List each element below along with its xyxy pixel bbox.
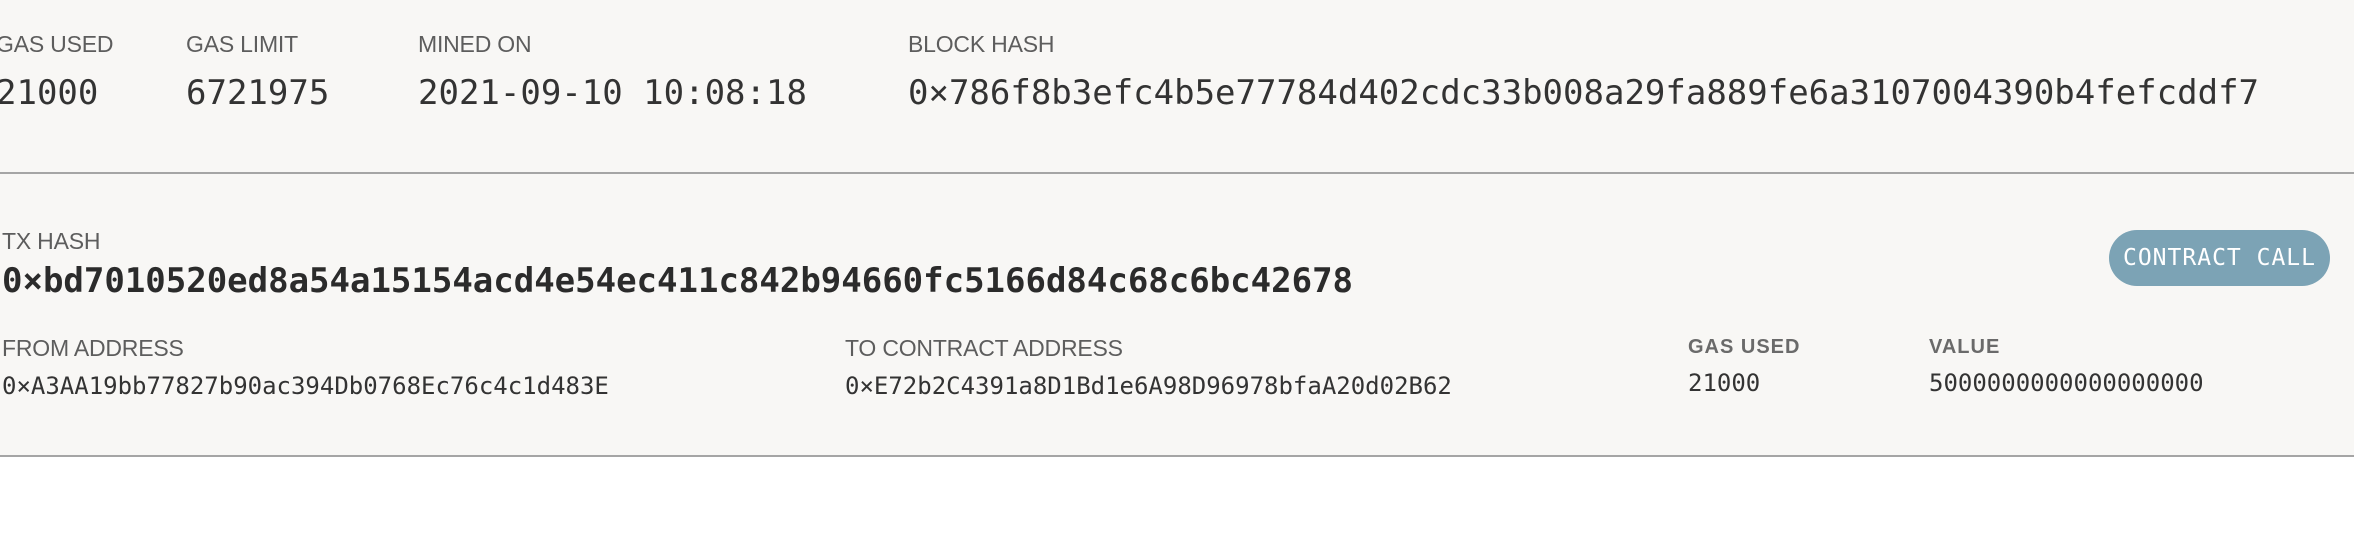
tx-hash-value[interactable]: 0×bd7010520ed8a54a15154acd4e54ec411c842b… [2, 261, 1353, 301]
block-gas-used-label: GAS USED [0, 31, 114, 57]
tx-value-field: VALUE 5000000000000000000 [1929, 336, 2204, 397]
block-gas-used-field: GAS USED 21000 [0, 31, 113, 113]
block-gas-used-value: 21000 [0, 73, 99, 113]
tx-gas-used-label: GAS USED [1688, 336, 1801, 358]
tx-hash-field: TX HASH 0×bd7010520ed8a54a15154acd4e54ec… [2, 228, 1353, 301]
block-gas-limit-value: 6721975 [186, 73, 330, 113]
from-address-label: FROM ADDRESS [2, 335, 184, 361]
block-mined-on-field: MINED ON 2021-09-10 10:08:18 [418, 31, 807, 113]
tx-value-value: 5000000000000000000 [1929, 369, 2204, 397]
block-hash-label: BLOCK HASH [908, 31, 1055, 57]
block-hash-value[interactable]: 0×786f8b3efc4b5e77784d402cdc33b008a29fa8… [908, 73, 2259, 113]
page: GAS USED 21000 GAS LIMIT 6721975 MINED O… [0, 0, 2354, 554]
block-info-section: GAS USED 21000 GAS LIMIT 6721975 MINED O… [0, 0, 2354, 174]
from-address-value[interactable]: 0×A3AA19bb77827b90ac394Db0768Ec76c4c1d48… [2, 372, 609, 400]
block-gas-limit-label: GAS LIMIT [186, 31, 298, 57]
tx-hash-label: TX HASH [2, 228, 101, 254]
block-mined-on-label: MINED ON [418, 31, 532, 57]
tx-gas-used-field: GAS USED 21000 [1688, 336, 1800, 397]
block-mined-on-value: 2021-09-10 10:08:18 [418, 73, 807, 113]
to-contract-address-label: TO CONTRACT ADDRESS [845, 335, 1123, 361]
to-contract-address-value[interactable]: 0×E72b2C4391a8D1Bd1e6A98D96978bfaA20d02B… [845, 372, 1452, 400]
block-gas-limit-field: GAS LIMIT 6721975 [186, 31, 329, 113]
block-hash-field: BLOCK HASH 0×786f8b3efc4b5e77784d402cdc3… [908, 31, 2259, 113]
tx-gas-used-value: 21000 [1688, 369, 1761, 397]
from-address-field: FROM ADDRESS 0×A3AA19bb77827b90ac394Db07… [2, 335, 609, 400]
contract-call-badge[interactable]: CONTRACT CALL [2109, 230, 2330, 286]
transaction-row[interactable]: TX HASH 0×bd7010520ed8a54a15154acd4e54ec… [0, 174, 2354, 457]
to-contract-address-field: TO CONTRACT ADDRESS 0×E72b2C4391a8D1Bd1e… [845, 335, 1452, 400]
tx-value-label: VALUE [1929, 336, 2001, 358]
